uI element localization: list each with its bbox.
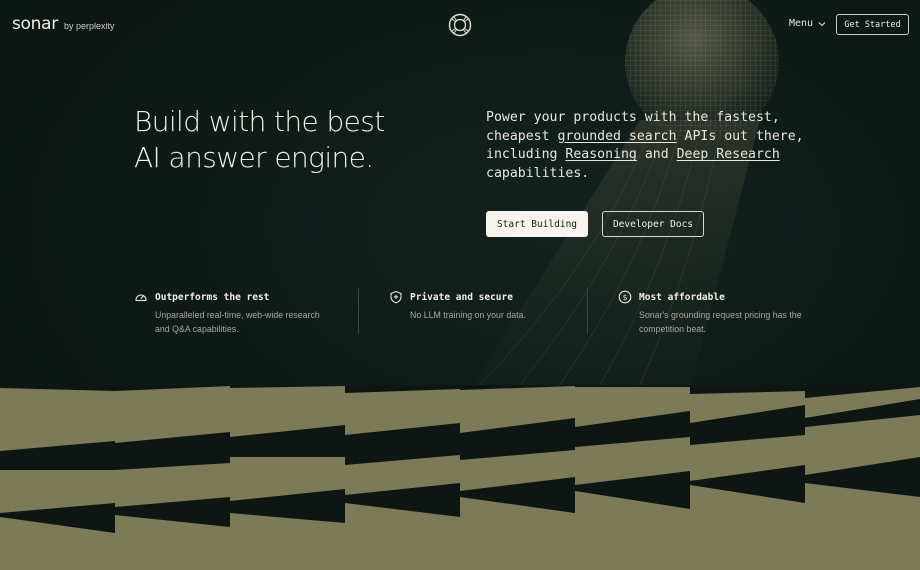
hero-title: Build with the best AI answer engine.: [134, 104, 434, 176]
chevron-down-icon: [818, 21, 826, 26]
reasoning-link[interactable]: Reasoning: [565, 147, 636, 162]
hero-title-line-1: Build with the best: [134, 105, 385, 138]
svg-text:$: $: [623, 293, 628, 302]
page: sonar by perplexity Menu Get Started Bui…: [0, 0, 920, 570]
feature-title: Private and secure: [410, 291, 513, 303]
grounded-search-link[interactable]: grounded search: [557, 129, 676, 144]
feature-title: Most affordable: [639, 291, 725, 303]
brand-logo[interactable]: sonar by perplexity: [12, 14, 114, 34]
brand-subtitle: by perplexity: [63, 21, 115, 31]
hero-title-line-2: AI answer engine.: [134, 141, 374, 174]
feature-description: Unparalleled real-time, web-wide researc…: [155, 310, 320, 334]
sonar-logo-icon[interactable]: [448, 13, 472, 37]
start-building-button[interactable]: Start Building: [486, 211, 588, 237]
feature-description: No LLM training on your data.: [410, 310, 526, 320]
decorative-pattern: [0, 385, 920, 570]
brand-name: sonar: [12, 14, 58, 34]
feature-divider: [587, 288, 588, 334]
get-started-button[interactable]: Get Started: [836, 14, 909, 35]
top-nav: sonar by perplexity Menu Get Started: [0, 0, 920, 50]
dollar-circle-icon: $: [618, 290, 632, 304]
desc-text-3: and: [636, 147, 677, 163]
feature-private: Private and secure No LLM training on yo…: [389, 290, 590, 323]
deep-research-link[interactable]: Deep Research: [677, 147, 780, 162]
feature-divider: [358, 288, 359, 334]
menu-label: Menu: [789, 18, 814, 29]
feature-affordable: $ Most affordable Sonar's grounding requ…: [618, 290, 819, 336]
menu-button[interactable]: Menu: [789, 18, 826, 29]
feature-title: Outperforms the rest: [155, 291, 270, 303]
gauge-icon: [135, 294, 147, 302]
feature-outperforms: Outperforms the rest Unparalleled real-t…: [134, 290, 335, 336]
developer-docs-button[interactable]: Developer Docs: [602, 211, 704, 237]
desc-text-4: capabilities.: [486, 166, 590, 182]
feature-description: Sonar's grounding request pricing has th…: [639, 310, 802, 334]
hero-description: Power your products with the fastest, ch…: [486, 109, 806, 184]
shield-plus-icon: [390, 290, 402, 304]
